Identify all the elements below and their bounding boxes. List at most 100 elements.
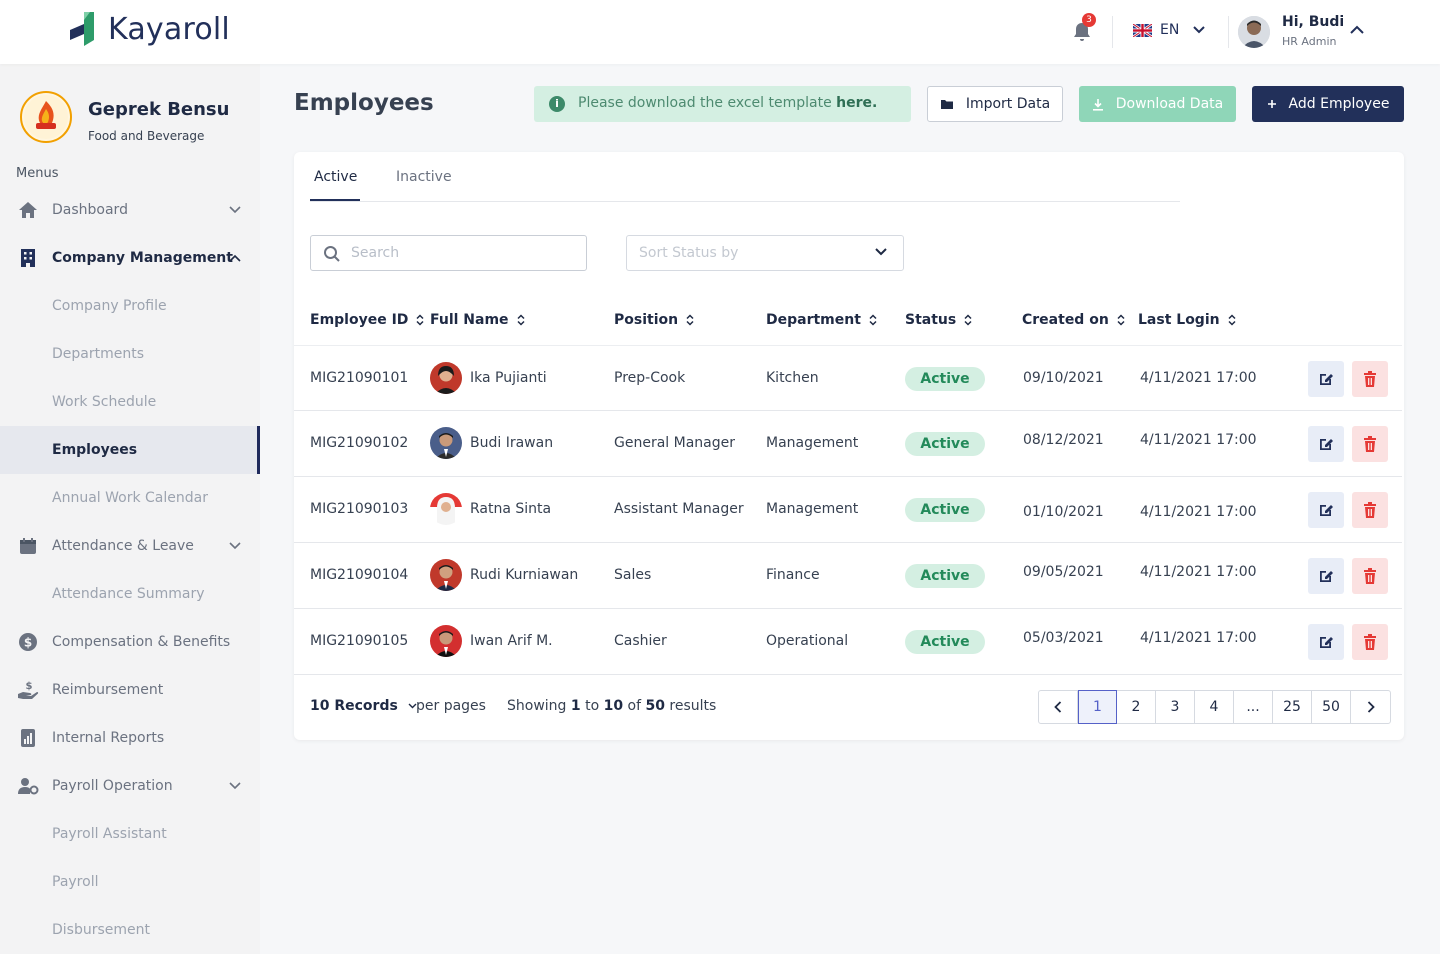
trash-icon <box>1364 568 1376 584</box>
table-row[interactable]: MIG21090103 Ratna Sinta Assistant Manage… <box>294 477 1402 543</box>
column-header-status[interactable]: Status <box>905 312 972 328</box>
column-header-full-name[interactable]: Full Name <box>430 312 525 328</box>
edit-button[interactable] <box>1308 624 1344 660</box>
svg-text:$: $ <box>26 681 33 692</box>
position-cell: Sales <box>614 567 652 583</box>
sidebar-item-compensation-benefits[interactable]: $ Compensation & Benefits <box>0 618 260 666</box>
page-button-25[interactable]: 25 <box>1273 691 1312 723</box>
download-data-button[interactable]: Download Data <box>1079 86 1236 122</box>
sidebar-item-work-schedule[interactable]: Work Schedule <box>0 378 260 426</box>
info-banner: i Please download the excel template her… <box>534 86 911 122</box>
dollar-icon: $ <box>17 631 39 653</box>
position-cell: Assistant Manager <box>614 501 744 517</box>
sidebar-item-annual-work-calendar[interactable]: Annual Work Calendar <box>0 474 260 522</box>
tab-active[interactable]: Active <box>314 169 357 185</box>
column-header-position[interactable]: Position <box>614 312 694 328</box>
table-row[interactable]: MIG21090102 Budi Irawan General Manager … <box>294 411 1402 477</box>
report-icon <box>17 727 39 749</box>
delete-button[interactable] <box>1352 492 1388 528</box>
column-header-label: Full Name <box>430 312 509 328</box>
search-input[interactable] <box>351 243 576 263</box>
template-download-link[interactable]: here. <box>836 95 877 111</box>
results-of-word: of <box>623 698 646 714</box>
position-cell: Prep-Cook <box>614 370 686 386</box>
sort-icon <box>1117 314 1125 326</box>
table-row[interactable]: MIG21090105 Iwan Arif M. Cashier Operati… <box>294 609 1402 675</box>
employee-avatar <box>430 625 462 657</box>
column-header-created-on[interactable]: Created on <box>1022 312 1125 328</box>
table-row[interactable]: MIG21090104 Rudi Kurniawan Sales Finance… <box>294 543 1402 609</box>
sidebar-item-company-profile[interactable]: Company Profile <box>0 282 260 330</box>
delete-button[interactable] <box>1352 361 1388 397</box>
column-header-department[interactable]: Department <box>766 312 877 328</box>
import-data-button[interactable]: Import Data <box>927 86 1063 122</box>
position-cell: General Manager <box>614 435 735 451</box>
top-bar: Kayaroll 3 EN Hi, Budi HR Admin <box>0 0 1440 64</box>
edit-button[interactable] <box>1308 361 1344 397</box>
sidebar-item-label: Work Schedule <box>52 394 157 410</box>
active-tab-indicator <box>310 199 360 201</box>
brand-name: Kayaroll <box>108 11 230 47</box>
sidebar-item-internal-reports[interactable]: Internal Reports <box>0 714 260 762</box>
department-cell: Kitchen <box>766 370 819 386</box>
sidebar-item-departments[interactable]: Departments <box>0 330 260 378</box>
column-header-employee-id[interactable]: Employee ID <box>310 312 424 328</box>
records-per-page-select[interactable]: 10 Records <box>310 698 417 714</box>
edit-button[interactable] <box>1308 492 1344 528</box>
edit-icon <box>1320 505 1333 516</box>
kayaroll-logo[interactable]: Kayaroll <box>68 10 230 48</box>
sidebar-item-label: Company Management <box>52 250 233 266</box>
page-button-4[interactable]: 4 <box>1195 691 1234 723</box>
sidebar-item-attendance-summary[interactable]: Attendance Summary <box>0 570 260 618</box>
page-button-3[interactable]: 3 <box>1156 691 1195 723</box>
column-header-label: Status <box>905 312 957 328</box>
import-data-label: Import Data <box>965 96 1051 112</box>
employee-id-cell: MIG21090102 <box>310 435 409 451</box>
last-login-cell: 4/11/2021 17:00 <box>1140 432 1257 448</box>
sidebar-item-attendance-leave[interactable]: Attendance & Leave <box>0 522 260 570</box>
edit-button[interactable] <box>1308 558 1344 594</box>
page-button-2[interactable]: 2 <box>1117 691 1156 723</box>
delete-button[interactable] <box>1352 558 1388 594</box>
column-header-last-login[interactable]: Last Login <box>1138 312 1236 328</box>
sidebar-item-employees[interactable]: Employees <box>0 426 260 474</box>
language-selector[interactable]: EN <box>1133 22 1206 38</box>
sidebar-item-reimbursement[interactable]: $ Reimbursement <box>0 666 260 714</box>
last-login-cell: 4/11/2021 17:00 <box>1140 630 1257 646</box>
search-box[interactable] <box>310 235 587 271</box>
sidebar-item-payroll[interactable]: Payroll <box>0 858 260 906</box>
delete-button[interactable] <box>1352 624 1388 660</box>
per-pages-label: per pages <box>416 698 486 714</box>
sidebar-item-company-management[interactable]: Company Management <box>0 234 260 282</box>
chevron-up-icon[interactable] <box>1350 25 1364 34</box>
status-badge: Active <box>905 630 985 654</box>
chevron-down-icon <box>1193 26 1206 34</box>
home-icon <box>17 199 39 221</box>
tab-inactive[interactable]: Inactive <box>396 169 452 185</box>
delete-button[interactable] <box>1352 426 1388 462</box>
sidebar-item-disbursement[interactable]: Disbursement <box>0 906 260 954</box>
table-row[interactable]: MIG21090101 Ika Pujianti Prep-Cook Kitch… <box>294 345 1402 411</box>
notification-badge: 3 <box>1082 13 1096 27</box>
page-button-1[interactable]: 1 <box>1078 690 1117 724</box>
sidebar-item-label: Payroll Assistant <box>52 826 167 842</box>
add-employee-button[interactable]: Add Employee <box>1252 86 1404 122</box>
company-logo <box>20 91 72 143</box>
sort-status-select[interactable]: Sort Status by <box>626 235 904 271</box>
prev-page-button[interactable] <box>1039 691 1078 723</box>
user-avatar[interactable] <box>1238 16 1270 48</box>
sidebar-item-payroll-assistant[interactable]: Payroll Assistant <box>0 810 260 858</box>
uk-flag-icon <box>1133 23 1152 37</box>
edit-button[interactable] <box>1308 426 1344 462</box>
edit-icon <box>1320 439 1333 450</box>
user-greeting: Hi, Budi <box>1282 14 1345 30</box>
page-button-50[interactable]: 50 <box>1312 691 1351 723</box>
folder-icon <box>940 98 954 110</box>
next-page-button[interactable] <box>1351 691 1390 723</box>
created-on-cell: 08/12/2021 <box>1023 432 1104 448</box>
sidebar-item-payroll-operation[interactable]: Payroll Operation <box>0 762 260 810</box>
edit-icon <box>1320 374 1333 385</box>
results-from: 1 <box>570 698 581 714</box>
results-to-word: to <box>580 698 604 714</box>
sidebar-item-dashboard[interactable]: Dashboard <box>0 186 260 234</box>
